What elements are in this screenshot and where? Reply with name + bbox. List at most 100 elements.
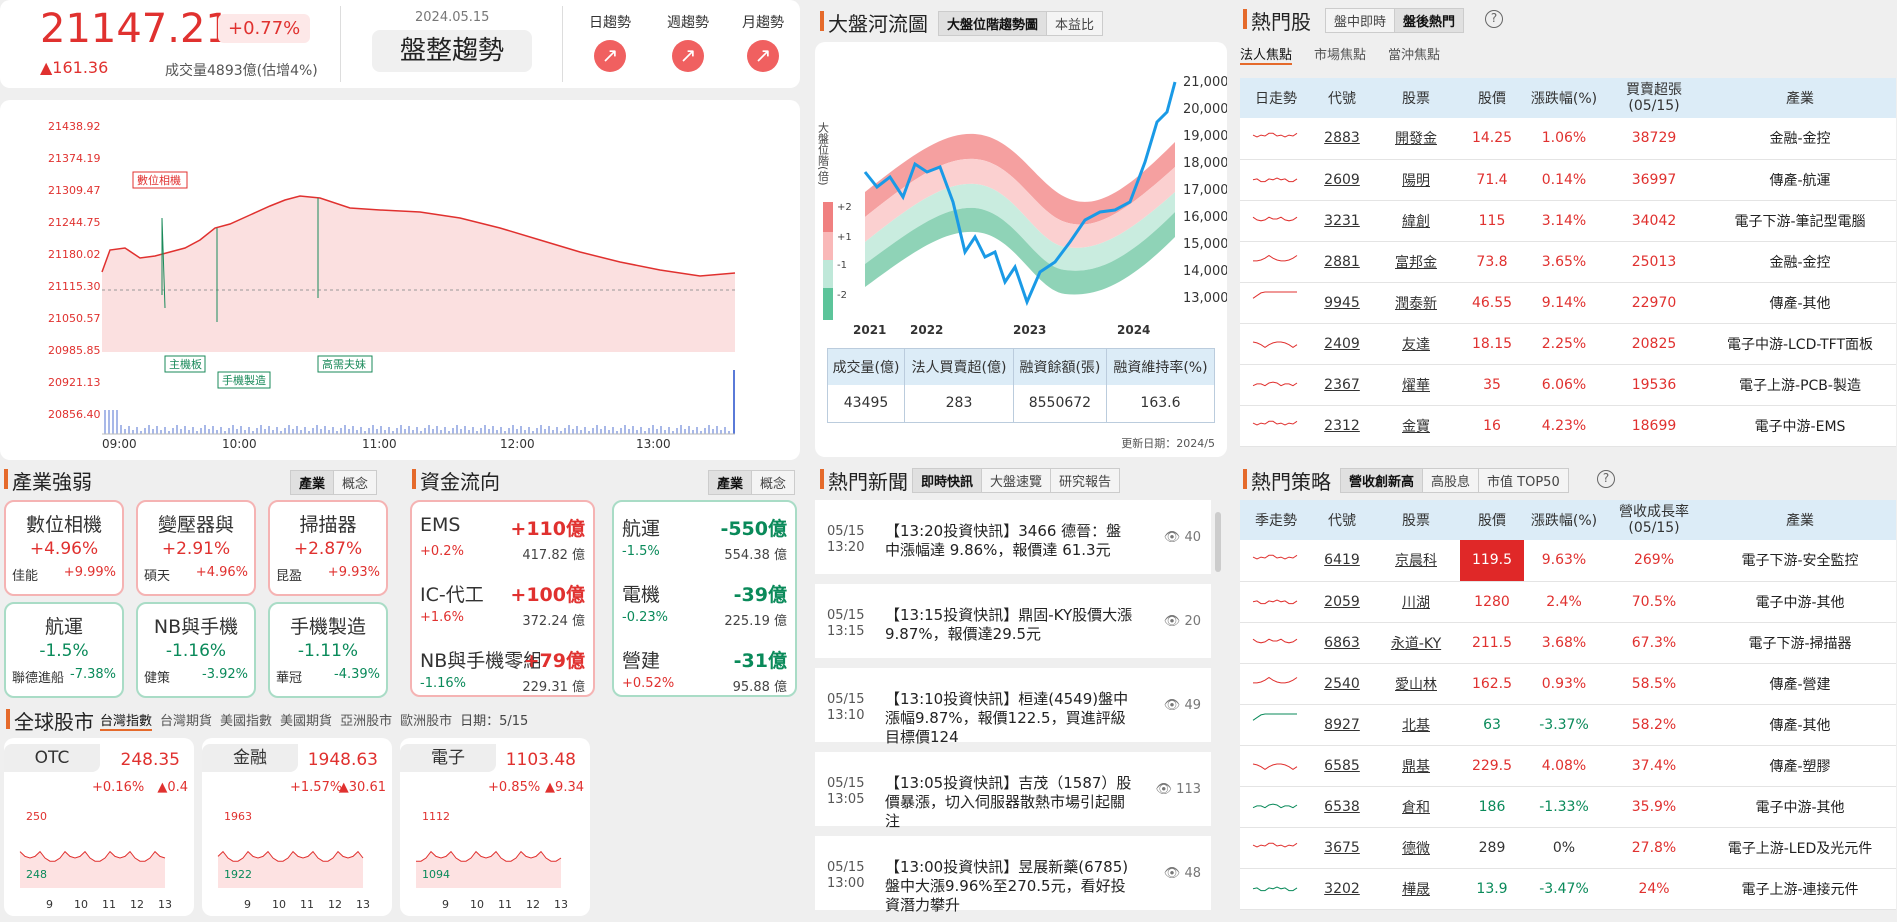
table-row[interactable]: 2881 富邦金 73.8 3.65% 25013 金融-金控 xyxy=(1240,241,1896,283)
stock-name[interactable]: 陽明 xyxy=(1372,159,1460,201)
market-card[interactable]: 金融 1948.63 +1.57% ▲30.61 1963 1922 9 10 11 12 13 xyxy=(202,738,392,916)
news-headline[interactable]: 【13:20投資快訊】3466 德晉：盤中漲幅達 9.86%，報價達 61.3元 xyxy=(885,522,1135,560)
stock-code[interactable]: 3202 xyxy=(1312,868,1372,910)
flow-row[interactable]: 電機 -39億 -0.23% 225.19 億 xyxy=(622,578,787,638)
stock-code[interactable]: 2409 xyxy=(1312,323,1372,365)
stock-name[interactable]: 倉和 xyxy=(1372,786,1460,828)
table-row[interactable]: 2609 陽明 71.4 0.14% 36997 傳產-航運 xyxy=(1240,159,1896,201)
subtab-daytrade[interactable]: 當沖焦點 xyxy=(1388,44,1440,65)
stock-code[interactable]: 6419 xyxy=(1312,540,1372,582)
stock-name[interactable]: 友達 xyxy=(1372,323,1460,365)
table-row[interactable]: 2409 友達 18.15 2.25% 20825 電子中游-LCD-TFT面板 xyxy=(1240,323,1896,365)
table-row[interactable]: 2540 愛山林 162.5 0.93% 58.5% 傳產-營建 xyxy=(1240,663,1896,705)
market-card[interactable]: 電子 1103.48 +0.85% ▲9.34 1112 1094 9 10 11 12 13 xyxy=(400,738,590,916)
table-row[interactable]: 3202 樺晟 13.9 -3.47% 24% 電子上游-連接元件 xyxy=(1240,868,1896,910)
tab-after-hours[interactable]: 盤後熱門 xyxy=(1395,9,1464,32)
stock-code[interactable]: 2540 xyxy=(1312,663,1372,705)
stock-code[interactable]: 3231 xyxy=(1312,200,1372,242)
tab-industry[interactable]: 產業 xyxy=(709,471,753,494)
stock-code[interactable]: 2367 xyxy=(1312,364,1372,406)
stock-name[interactable]: 燿華 xyxy=(1372,364,1460,406)
news-headline[interactable]: 【13:10投資快訊】桓達(4549)盤中漲幅9.87%，報價122.5，買進評… xyxy=(885,690,1135,747)
industry-card[interactable]: 數位相機 +4.96% 佳能 +9.99% xyxy=(4,500,124,596)
news-item[interactable]: 05/15 13:05 【13:05投資快訊】吉茂（1587）股價暴漲，切入伺服器散… xyxy=(815,752,1211,830)
stock-name[interactable]: 潤泰新 xyxy=(1372,282,1460,324)
table-row[interactable]: 9945 潤泰新 46.55 9.14% 22970 傳產-其他 xyxy=(1240,282,1896,324)
tab-concept[interactable]: 概念 xyxy=(752,471,794,494)
industry-card[interactable]: 變壓器與 +2.91% 碩天 +4.96% xyxy=(136,500,256,596)
stock-name[interactable]: 川湖 xyxy=(1372,581,1460,623)
table-row[interactable]: 6419 京晨科 119.5 9.63% 269% 電子下游-安全監控 xyxy=(1240,540,1896,582)
tab-pe-ratio[interactable]: 本益比 xyxy=(1047,12,1102,35)
stock-code[interactable]: 2059 xyxy=(1312,581,1372,623)
news-headline[interactable]: 【13:00投資快訊】昱展新藥(6785)盤中大漲9.96%至270.5元，看好… xyxy=(885,858,1135,915)
table-row[interactable]: 6538 倉和 186 -1.33% 35.9% 電子中游-其他 xyxy=(1240,786,1896,828)
tab-tw-index[interactable]: 台灣指數 xyxy=(100,710,153,731)
tab-revenue-high[interactable]: 營收創新高 xyxy=(1341,469,1424,492)
industry-card[interactable]: NB與手機 -1.16% 健策 -3.92% xyxy=(136,602,256,698)
stock-name[interactable]: 緯創 xyxy=(1372,200,1460,242)
stock-code[interactable]: 6863 xyxy=(1312,622,1372,664)
news-headline[interactable]: 【13:15投資快訊】鼎固-KY股價大漲9.87%，報價達29.5元 xyxy=(885,606,1135,644)
weekly-trend[interactable]: 週趨勢 ↗ xyxy=(658,12,718,72)
river-chart[interactable]: 大盤位階(倍) +2 +1 -1 -2 21,000 20,000 19,000… xyxy=(815,42,1228,342)
stock-code[interactable]: 2609 xyxy=(1312,159,1372,201)
tab-top50[interactable]: 市值 TOP50 xyxy=(1479,469,1568,492)
stock-name[interactable]: 樺晟 xyxy=(1372,868,1460,910)
flow-row[interactable]: 航運 -550億 -1.5% 554.38 億 xyxy=(622,512,787,572)
stock-name[interactable]: 開發金 xyxy=(1372,118,1460,160)
stock-name[interactable]: 永道-KY xyxy=(1372,622,1460,664)
stock-code[interactable]: 3675 xyxy=(1312,827,1372,869)
stock-code[interactable]: 2312 xyxy=(1312,405,1372,447)
tab-flash[interactable]: 即時快訊 xyxy=(913,469,983,492)
table-row[interactable]: 2883 開發金 14.25 1.06% 38729 金融-金控 xyxy=(1240,118,1896,160)
flow-row[interactable]: NB與手機零組 +79億 -1.16% 229.31 億 xyxy=(420,644,585,704)
help-icon[interactable]: ? xyxy=(1597,470,1615,488)
stock-name[interactable]: 愛山林 xyxy=(1372,663,1460,705)
tab-concept[interactable]: 概念 xyxy=(334,471,376,494)
daily-trend[interactable]: 日趨勢 ↗ xyxy=(580,12,640,72)
table-row[interactable]: 2367 燿華 35 6.06% 19536 電子上游-PCB-製造 xyxy=(1240,364,1896,406)
news-item[interactable]: 05/15 13:00 【13:00投資快訊】昱展新藥(6785)盤中大漲9.96%… xyxy=(815,836,1211,914)
tab-high-dividend[interactable]: 高股息 xyxy=(1423,469,1480,492)
stock-code[interactable]: 2883 xyxy=(1312,118,1372,160)
stock-code[interactable]: 6585 xyxy=(1312,745,1372,787)
industry-card[interactable]: 掃描器 +2.87% 昆盈 +9.93% xyxy=(268,500,388,596)
flow-row[interactable]: IC-代工 +100億 +1.6% 372.24 億 xyxy=(420,578,585,638)
flow-row[interactable]: 營建 -31億 +0.52% 95.88 億 xyxy=(622,644,787,704)
table-row[interactable]: 6863 永道-KY 211.5 3.68% 67.3% 電子下游-掃描器 xyxy=(1240,622,1896,664)
table-row[interactable]: 2312 金寶 16 4.23% 18699 電子中游-EMS xyxy=(1240,405,1896,447)
table-row[interactable]: 3675 德微 289 0% 27.8% 電子上游-LED及光元件 xyxy=(1240,827,1896,869)
tab-industry[interactable]: 產業 xyxy=(291,471,335,494)
news-item[interactable]: 05/15 13:15 【13:15投資快訊】鼎固-KY股價大漲9.87%，報價達2… xyxy=(815,584,1211,658)
news-item[interactable]: 05/15 13:10 【13:10投資快訊】桓達(4549)盤中漲幅9.87%，報… xyxy=(815,668,1211,746)
stock-code[interactable]: 6538 xyxy=(1312,786,1372,828)
market-card[interactable]: OTC 248.35 +0.16% ▲0.4 250 248 9 10 11 12 13 xyxy=(4,738,194,916)
news-headline[interactable]: 【13:05投資快訊】吉茂（1587）股價暴漲，切入伺服器散熱市場引起關注 xyxy=(885,774,1135,831)
news-scrollbar[interactable] xyxy=(1215,512,1221,572)
table-row[interactable]: 8927 北基 63 -3.37% 58.2% 傳產-其他 xyxy=(1240,704,1896,746)
stock-code[interactable]: 2881 xyxy=(1312,241,1372,283)
tab-research[interactable]: 研究報告 xyxy=(1051,469,1119,492)
tab-us-futures[interactable]: 美國期貨 xyxy=(280,710,332,731)
tab-tw-futures[interactable]: 台灣期貨 xyxy=(160,710,212,731)
stock-code[interactable]: 8927 xyxy=(1312,704,1372,746)
table-row[interactable]: 3231 緯創 115 3.14% 34042 電子下游-筆記型電腦 xyxy=(1240,200,1896,242)
stock-code[interactable]: 9945 xyxy=(1312,282,1372,324)
stock-name[interactable]: 京晨科 xyxy=(1372,540,1460,582)
tab-position-trend[interactable]: 大盤位階趨勢圖 xyxy=(939,12,1048,35)
tab-asia[interactable]: 亞洲股市 xyxy=(340,710,392,731)
stock-name[interactable]: 鼎基 xyxy=(1372,745,1460,787)
monthly-trend[interactable]: 月趨勢 ↗ xyxy=(733,12,793,72)
tab-europe[interactable]: 歐洲股市 xyxy=(400,710,452,731)
tab-market-overview[interactable]: 大盤速覽 xyxy=(982,469,1052,492)
table-row[interactable]: 2059 川湖 1280 2.4% 70.5% 電子中游-其他 xyxy=(1240,581,1896,623)
stock-name[interactable]: 富邦金 xyxy=(1372,241,1460,283)
tab-intraday[interactable]: 盤中即時 xyxy=(1326,9,1396,32)
help-icon[interactable]: ? xyxy=(1485,10,1503,28)
stock-name[interactable]: 北基 xyxy=(1372,704,1460,746)
subtab-market[interactable]: 市場焦點 xyxy=(1314,44,1366,65)
stock-name[interactable]: 德微 xyxy=(1372,827,1460,869)
intraday-chart[interactable]: 21438.92 21374.19 21309.47 21244.75 2118… xyxy=(0,100,800,460)
industry-card[interactable]: 手機製造 -1.11% 華冠 -4.39% xyxy=(268,602,388,698)
